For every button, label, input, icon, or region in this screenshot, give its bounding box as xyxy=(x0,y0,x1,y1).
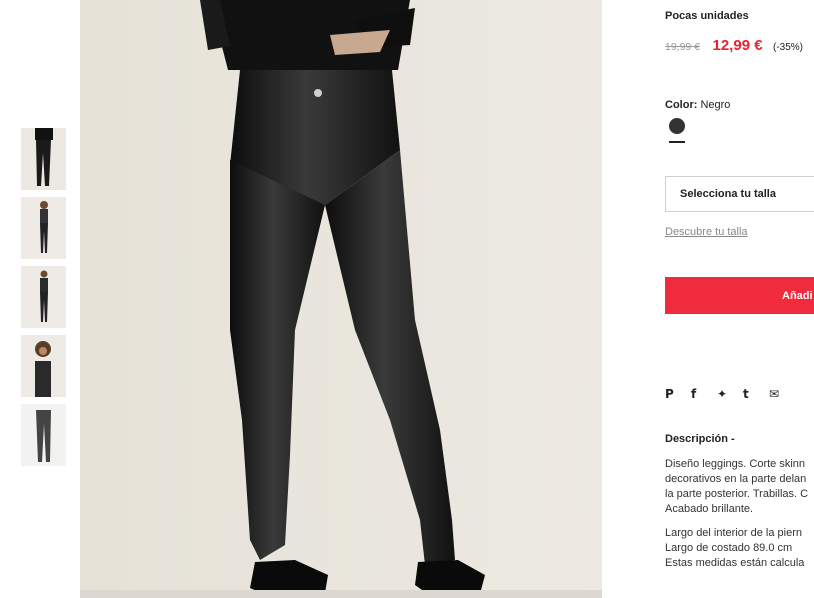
social-share: P f ✦ t ✉ xyxy=(665,387,795,401)
stock-status: Pocas unidades xyxy=(665,10,749,22)
thumbnail-list xyxy=(21,128,66,473)
color-label: Color: xyxy=(665,99,698,111)
add-to-cart-label: Añadi xyxy=(782,289,813,302)
description-body: Diseño leggings. Corte skinn decorativos… xyxy=(665,457,814,580)
size-select-label: Selecciona tu talla xyxy=(680,188,776,200)
thumbnail-1[interactable] xyxy=(21,128,66,190)
thumbnail-5[interactable] xyxy=(21,404,66,466)
color-label-row: Color: Negro xyxy=(665,99,730,111)
email-icon[interactable]: ✉ xyxy=(769,387,795,401)
pinterest-icon[interactable]: P xyxy=(665,387,691,401)
thumbnail-4[interactable] xyxy=(21,335,66,397)
thumbnail-2[interactable] xyxy=(21,197,66,259)
swatch-selected-indicator xyxy=(669,141,685,143)
discount-badge: (-35%) xyxy=(773,42,804,53)
facebook-icon[interactable]: f xyxy=(691,387,717,401)
original-price: 19,99 € xyxy=(665,41,701,53)
thumbnail-3[interactable] xyxy=(21,266,66,328)
color-swatch-black[interactable] xyxy=(669,118,685,134)
description-paragraph-2: Largo del interior de la piern Largo de … xyxy=(665,527,805,569)
color-value: Negro xyxy=(700,99,731,111)
twitter-icon[interactable]: ✦ xyxy=(717,387,743,401)
description-paragraph-1: Diseño leggings. Corte skinn decorativos… xyxy=(665,458,809,515)
price-row: 19,99 € 12,99 € (-35%) xyxy=(665,37,803,55)
size-select[interactable]: Selecciona tu talla xyxy=(665,176,814,212)
sale-price: 12,99 € xyxy=(712,37,763,54)
add-to-cart-button[interactable]: Añadi xyxy=(665,277,814,314)
size-guide-link[interactable]: Descubre tu talla xyxy=(665,226,748,238)
description-toggle[interactable]: Descripción - xyxy=(665,433,735,445)
product-info-panel: Pocas unidades 19,99 € 12,99 € (-35%) Co… xyxy=(665,0,814,598)
product-main-image[interactable] xyxy=(80,0,602,598)
tumblr-icon[interactable]: t xyxy=(743,387,769,401)
